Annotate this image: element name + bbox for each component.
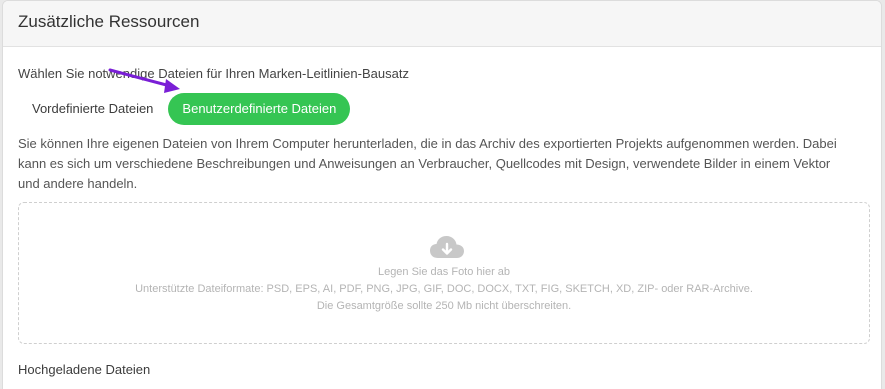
page: Zusätzliche Ressourcen Wählen Sie notwen… [0,0,885,389]
uploaded-files-title: Hochgeladene Dateien [18,362,151,377]
card-title: Zusätzliche Ressourcen [18,12,200,31]
tab-custom-files[interactable]: Benutzerdefinierte Dateien [168,93,351,125]
file-type-tabs: Vordefinierte Dateien Benutzerdefinierte… [18,93,351,125]
dropzone-size-limit: Die Gesamtgröße sollte 250 Mb nicht über… [316,300,572,312]
tab-predefined-files[interactable]: Vordefinierte Dateien [18,93,167,125]
dropzone-formats: Unterstützte Dateiformate: PSD, EPS, AI,… [135,283,753,295]
cloud-upload-icon [430,236,464,258]
section-subtitle: Wählen Sie notwendige Dateien für Ihren … [18,66,409,81]
section-description: Sie können Ihre eigenen Dateien von Ihre… [18,136,837,191]
resources-card: Zusätzliche Ressourcen Wählen Sie notwen… [2,0,882,389]
file-dropzone[interactable]: Legen Sie das Foto hier ab Unterstützte … [18,202,870,344]
annotation-arrow-icon [108,68,180,93]
dropzone-instruction: Legen Sie das Foto hier ab [377,266,511,278]
